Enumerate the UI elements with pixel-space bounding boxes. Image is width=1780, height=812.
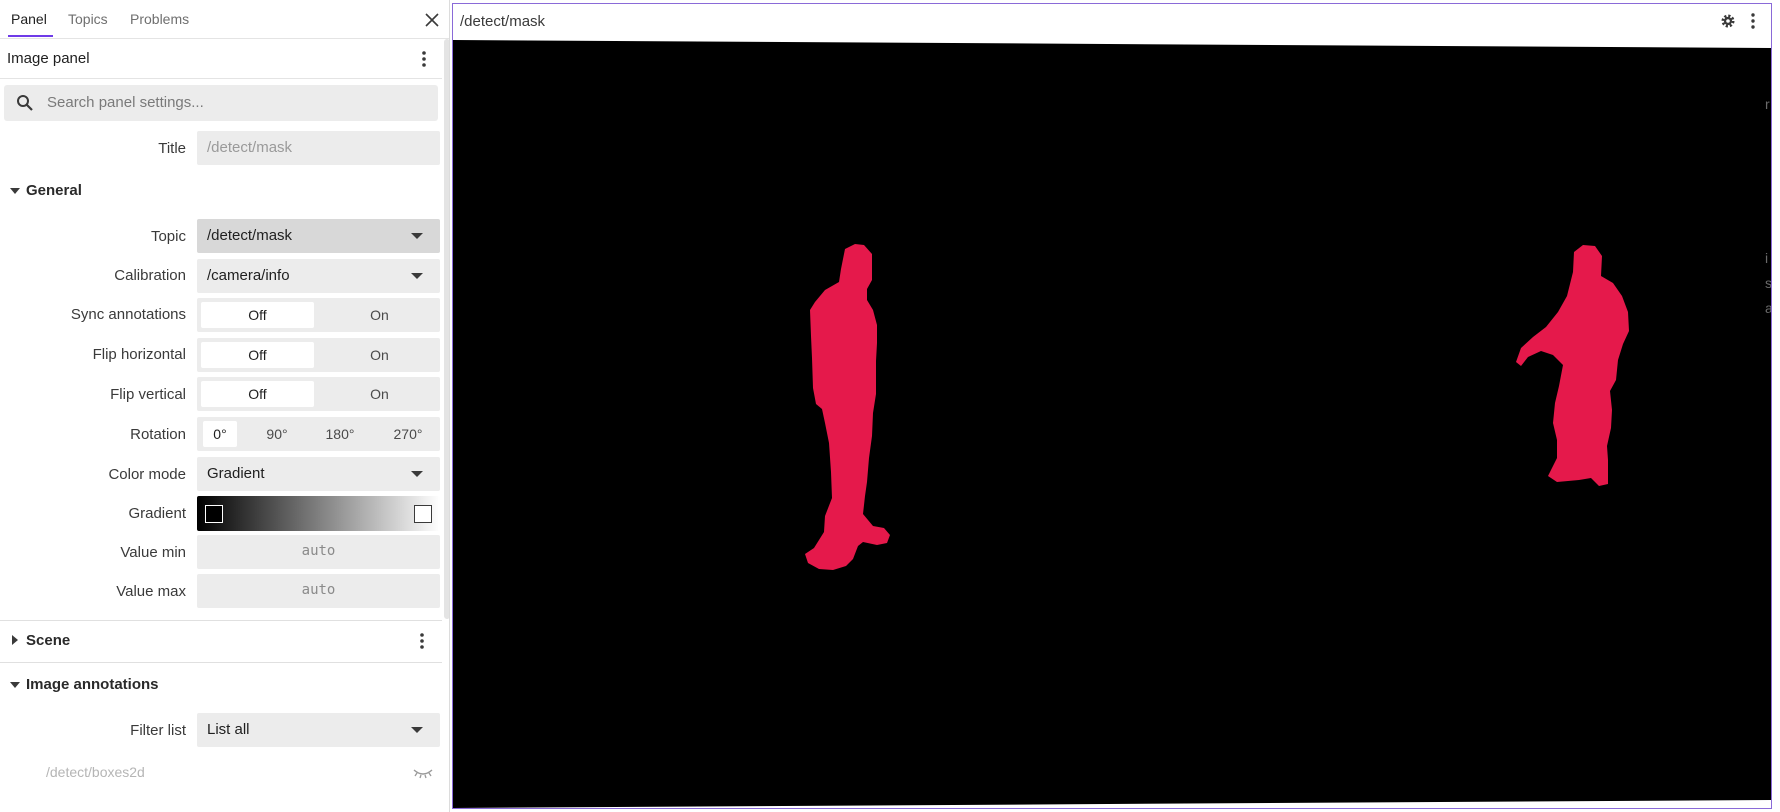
rotation-0[interactable]: 0° [203,421,237,447]
overflow-glyph: i [1765,250,1769,266]
overflow-glyph: s [1765,275,1772,291]
tab-problems[interactable]: Problems [130,11,189,27]
value-min-label: Value min [120,544,186,561]
sync-annotations-label: Sync annotations [70,306,186,323]
value-min-input[interactable]: auto [197,535,440,569]
gradient-label: Gradient [128,505,186,522]
section-divider [0,620,442,621]
tab-topics[interactable]: Topics [68,11,108,27]
calibration-select[interactable]: /camera/info [197,259,440,293]
overflow-glyph: a [1765,300,1771,316]
general-section-label: General [26,182,82,199]
search-settings-input[interactable]: Search panel settings... [4,85,438,121]
scene-section-label: Scene [26,632,71,649]
image-panel-title[interactable]: /detect/mask [460,13,545,30]
expand-caret-icon [12,635,18,645]
gradient-preview [197,496,440,531]
filter-list-value: List all [207,721,250,738]
annotation-topic-row: /detect/boxes2d [0,761,442,785]
flip-vertical-toggle: Off On [197,377,440,411]
collapse-caret-icon [10,188,20,194]
title-input[interactable]: /detect/mask [197,131,440,165]
image-annotations-section-label: Image annotations [26,676,159,693]
calibration-value: /camera/info [207,267,290,284]
collapse-caret-icon [10,682,20,688]
mask-image [453,40,1771,808]
search-icon [17,95,33,111]
flip-vertical-on[interactable]: On [323,381,436,407]
sync-annotations-toggle: Off On [197,298,440,332]
gradient-end-color-swatch[interactable] [414,505,432,523]
rotation-270[interactable]: 270° [382,421,434,447]
eye-off-icon[interactable] [412,766,434,780]
filter-list-label: Filter list [130,722,186,739]
gradient-start-color-swatch[interactable] [205,505,223,523]
color-mode-label: Color mode [108,466,186,483]
flip-vertical-label: Flip vertical [110,386,186,403]
rotation-label: Rotation [130,426,186,443]
search-placeholder: Search panel settings... [47,94,204,111]
color-mode-select[interactable]: Gradient [197,457,440,491]
close-icon[interactable] [422,10,442,30]
flip-horizontal-on[interactable]: On [323,342,436,368]
annotation-topic-name: /detect/boxes2d [46,764,145,780]
title-label: Title [158,140,186,157]
topic-select[interactable]: /detect/mask [197,219,440,253]
filter-list-select[interactable]: List all [197,713,440,747]
sync-annotations-off[interactable]: Off [201,302,314,328]
image-panel-toolbar: /detect/mask [453,4,1771,38]
active-tab-indicator [8,35,53,37]
rotation-toggle: 0° 90° 180° 270° [197,417,440,451]
sidebar-tabs: Panel Topics Problems [0,0,449,39]
topic-label: Topic [150,228,186,245]
overflow-glyph: r [1765,96,1770,112]
chevron-down-icon [411,273,423,279]
scene-section-header[interactable]: Scene [0,626,442,656]
panel-header: Image panel [0,39,442,79]
flip-horizontal-toggle: Off On [197,338,440,372]
value-min-placeholder: auto [301,543,336,559]
value-max-placeholder: auto [301,582,336,598]
panel-title: Image panel [7,50,90,67]
chevron-down-icon [411,233,423,239]
flip-horizontal-off[interactable]: Off [201,342,314,368]
general-section-header[interactable]: General [0,176,442,206]
flip-horizontal-label: Flip horizontal [92,346,186,363]
chevron-down-icon [411,727,423,733]
settings-sidebar: Panel Topics Problems Image panel Search… [0,0,450,812]
color-mode-value: Gradient [207,465,265,482]
chevron-down-icon [411,471,423,477]
tab-panel[interactable]: Panel [11,11,47,27]
title-placeholder: /detect/mask [207,139,293,156]
image-viewport[interactable] [453,38,1771,808]
more-options-icon[interactable] [1745,12,1761,30]
scene-more-options-icon[interactable] [412,631,432,651]
value-max-label: Value max [116,583,186,600]
section-divider [0,662,442,663]
rotation-90[interactable]: 90° [254,421,300,447]
gear-icon[interactable] [1719,12,1737,30]
calibration-label: Calibration [114,267,186,284]
topic-value: /detect/mask [207,227,293,244]
flip-vertical-off[interactable]: Off [201,381,314,407]
value-max-input[interactable]: auto [197,574,440,608]
rotation-180[interactable]: 180° [315,421,365,447]
sync-annotations-on[interactable]: On [323,302,436,328]
sidebar-scrollbar[interactable] [444,39,449,619]
more-options-icon[interactable] [414,49,434,69]
image-panel: /detect/mask r i s a [452,3,1772,809]
image-annotations-section-header[interactable]: Image annotations [0,670,442,700]
